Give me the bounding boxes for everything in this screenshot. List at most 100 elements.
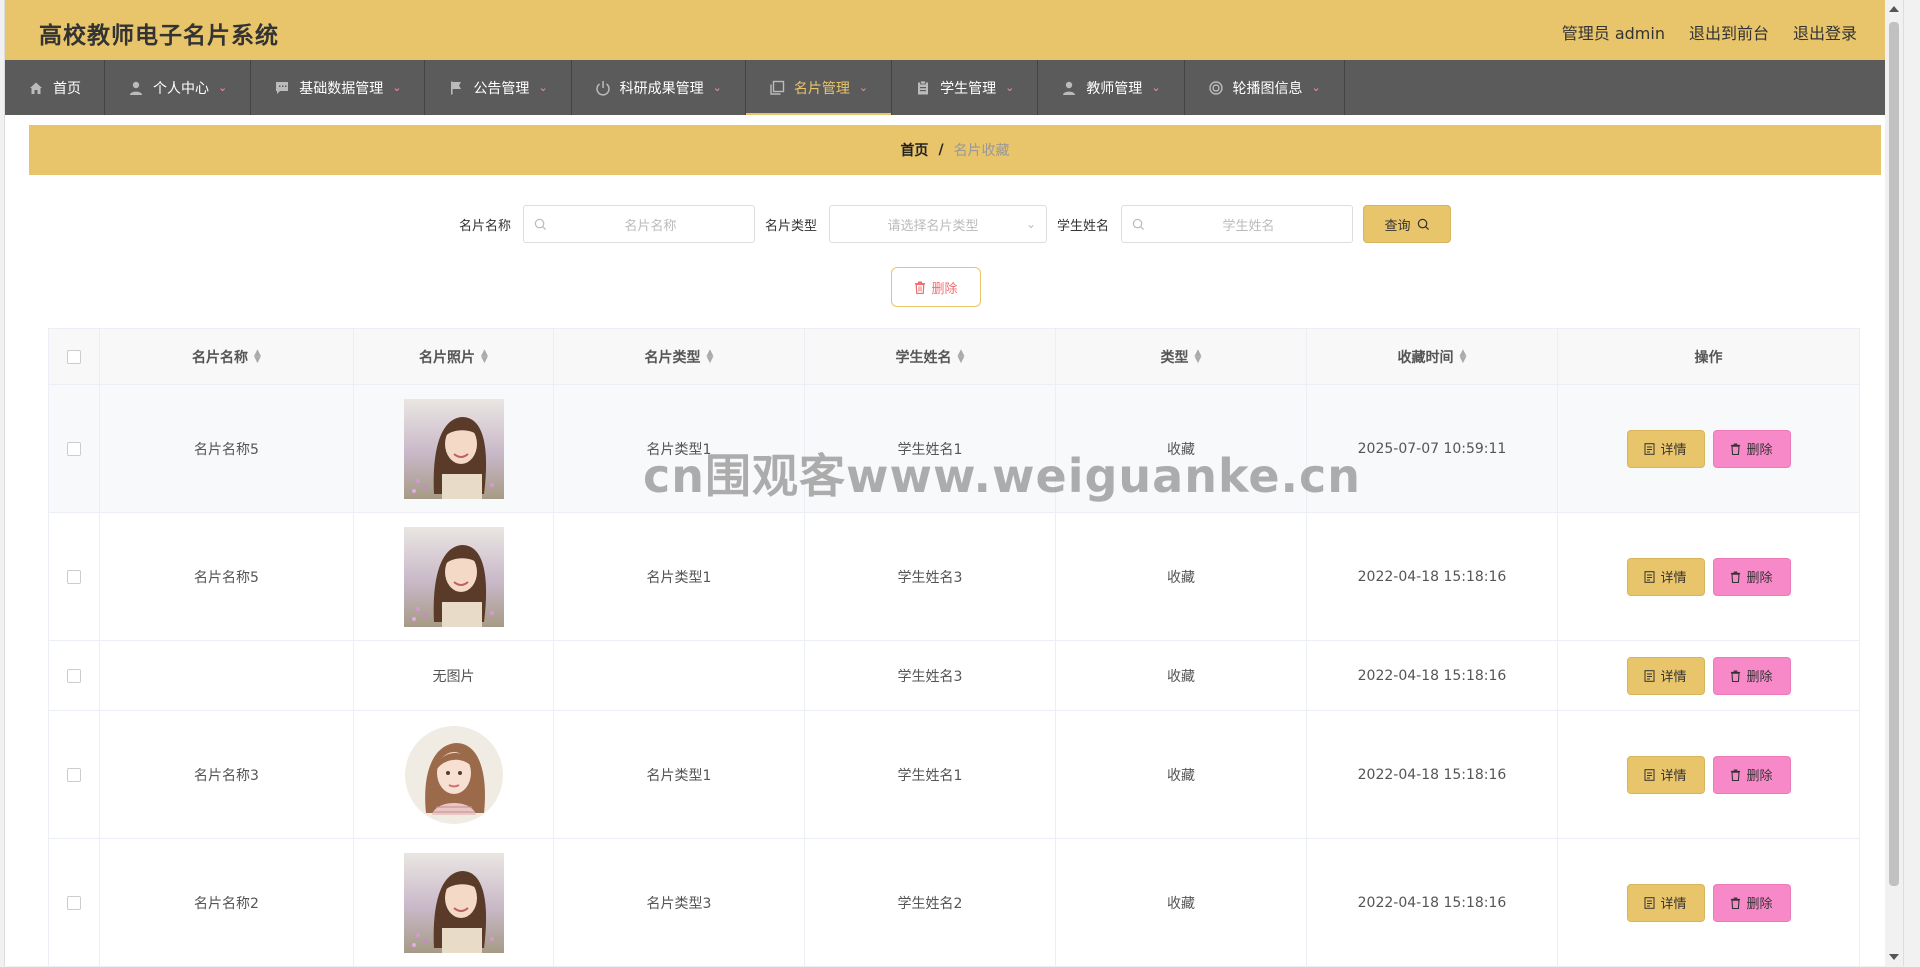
power-icon (595, 80, 610, 96)
select-all-cell (49, 329, 100, 384)
student-name-cell: 学生姓名3 (805, 513, 1056, 640)
nav-item-teacher[interactable]: 教师管理 ⌄ (1038, 60, 1185, 115)
header-card-photo[interactable]: 名片照片 ▲ ▼ (354, 329, 554, 384)
copy-icon (770, 80, 785, 95)
logout-link[interactable]: 退出登录 (1793, 20, 1857, 44)
trash-icon (1731, 897, 1741, 909)
row-actions: 详情 删除 (1626, 557, 1791, 596)
header-label: 操作 (1694, 349, 1723, 366)
student-name-label: 学生姓名 (1057, 218, 1110, 234)
detail-button[interactable]: 详情 (1626, 656, 1705, 695)
nav-item-notice[interactable]: 公告管理 ⌄ (425, 60, 572, 115)
actions-cell: 详情 删除 (1558, 711, 1860, 838)
nav-item-research[interactable]: 科研成果管理 ⌄ (572, 60, 746, 115)
card-name-cell: 名片名称3 (100, 711, 354, 838)
chat-icon (276, 81, 289, 94)
detail-button[interactable]: 详情 (1626, 883, 1705, 922)
card-type-select[interactable]: 请选择名片类型 ⌄ (829, 205, 1047, 243)
main-nav: 首页 个人中心 ⌄ 基础数据管理 ⌄ 公告管理 ⌄ 科研成果管理 ⌄ 名片管理 … (5, 60, 1903, 115)
card-photo-cell (354, 711, 554, 838)
delete-button[interactable]: 删除 (1712, 429, 1791, 468)
time-cell-text: 2025-07-07 10:59:11 (1357, 440, 1507, 457)
admin-label: 管理员 admin (1561, 24, 1665, 43)
chevron-down-icon: ⌄ (1311, 81, 1321, 94)
time-cell: 2022-04-18 15:18:16 (1307, 513, 1558, 640)
actions-cell: 详情 删除 (1558, 385, 1860, 512)
no-photo-text: 无图片 (432, 668, 475, 685)
document-icon (1644, 768, 1655, 781)
student-name-input[interactable]: 学生姓名 (1121, 205, 1354, 243)
scrollbar-thumb[interactable] (1889, 22, 1899, 886)
delete-button[interactable]: 删除 (1712, 557, 1791, 596)
query-button-label: 查询 (1384, 218, 1411, 234)
scroll-down-arrow-icon[interactable] (1889, 954, 1899, 960)
card-name-cell (100, 641, 354, 710)
breadcrumb-home[interactable]: 首页 (900, 140, 928, 160)
chevron-down-icon: ⌄ (712, 81, 722, 94)
select-all-checkbox[interactable] (67, 349, 81, 364)
card-photo-cell (354, 385, 554, 512)
nav-item-personal[interactable]: 个人中心 ⌄ (105, 60, 252, 115)
row-actions: 详情 删除 (1626, 656, 1791, 695)
select-cell (49, 839, 100, 966)
chevron-down-icon: ⌄ (538, 81, 548, 94)
header-card-name[interactable]: 名片名称 ▲ ▼ (100, 329, 354, 384)
query-button[interactable]: 查询 (1363, 205, 1452, 243)
header-student-name[interactable]: 学生姓名 ▲ ▼ (805, 329, 1056, 384)
document-icon (1644, 570, 1655, 583)
card-type-cell-text: 名片类型1 (646, 767, 712, 784)
top-right-links: 管理员 admin 退出到前台 退出登录 (1562, 20, 1857, 44)
row-checkbox[interactable] (67, 767, 81, 782)
trash-icon (1731, 670, 1741, 682)
header-label: 名片类型 (644, 349, 701, 366)
batch-delete-button[interactable]: 删除 (891, 267, 981, 307)
delete-label: 删除 (1746, 769, 1773, 784)
main-content: 名片名称 名片名称 名片类型 请选择名片类型 ⌄ 学生姓名 学生姓名 查询 删除 (29, 185, 1881, 967)
back-to-front-link[interactable]: 退出到前台 (1689, 20, 1769, 44)
scroll-up-arrow-icon[interactable] (1889, 6, 1899, 12)
card-name-input[interactable]: 名片名称 (522, 205, 755, 243)
row-actions: 详情 删除 (1626, 755, 1791, 794)
delete-button[interactable]: 删除 (1712, 755, 1791, 794)
nav-item-label: 轮播图信息 (1232, 80, 1303, 97)
card-photo[interactable] (403, 852, 504, 953)
row-checkbox[interactable] (67, 441, 81, 456)
card-photo-cell: 无图片 (354, 641, 554, 710)
nav-item-label: 公告管理 (473, 80, 530, 97)
detail-button[interactable]: 详情 (1626, 557, 1705, 596)
delete-button[interactable]: 删除 (1712, 883, 1791, 922)
header-card-type[interactable]: 名片类型 ▲ ▼ (554, 329, 805, 384)
student-name-cell-text: 学生姓名2 (897, 895, 963, 912)
row-checkbox[interactable] (67, 569, 81, 584)
header-kind[interactable]: 类型 ▲ ▼ (1056, 329, 1307, 384)
card-type-cell-text: 名片类型3 (646, 895, 712, 912)
nav-item-basic-data[interactable]: 基础数据管理 ⌄ (251, 60, 426, 115)
time-cell-text: 2022-04-18 15:18:16 (1357, 667, 1507, 684)
row-checkbox[interactable] (67, 668, 81, 683)
trash-icon (1731, 571, 1741, 583)
nav-item-card[interactable]: 名片管理 ⌄ (745, 60, 893, 115)
header-time[interactable]: 收藏时间 ▲ ▼ (1307, 329, 1558, 384)
nav-item-student[interactable]: 学生管理 ⌄ (892, 60, 1039, 115)
row-checkbox[interactable] (67, 895, 81, 910)
search-icon (1132, 218, 1145, 230)
student-name-placeholder: 学生姓名 (1222, 218, 1275, 234)
delete-button[interactable]: 删除 (1712, 656, 1791, 695)
detail-label: 详情 (1660, 443, 1687, 458)
nav-item-home[interactable]: 首页 (5, 60, 105, 115)
card-photo[interactable] (403, 724, 504, 825)
batch-delete-label: 删除 (931, 281, 958, 297)
chevron-down-icon: ⌄ (1025, 217, 1036, 231)
trash-icon (915, 281, 926, 294)
card-photo[interactable] (403, 398, 504, 499)
sort-icon: ▲ ▼ (957, 347, 965, 365)
header-label: 收藏时间 (1397, 349, 1454, 366)
nav-item-carousel[interactable]: 轮播图信息 ⌄ (1185, 60, 1345, 115)
student-name-cell-text: 学生姓名3 (897, 569, 963, 586)
detail-button[interactable]: 详情 (1626, 429, 1705, 468)
detail-button[interactable]: 详情 (1626, 755, 1705, 794)
card-photo[interactable] (403, 526, 504, 627)
nav-item-label: 首页 (53, 80, 81, 97)
top-bar: 高校教师电子名片系统 管理员 admin 退出到前台 退出登录 (5, 0, 1903, 60)
scrollbar-track[interactable] (1885, 0, 1903, 966)
